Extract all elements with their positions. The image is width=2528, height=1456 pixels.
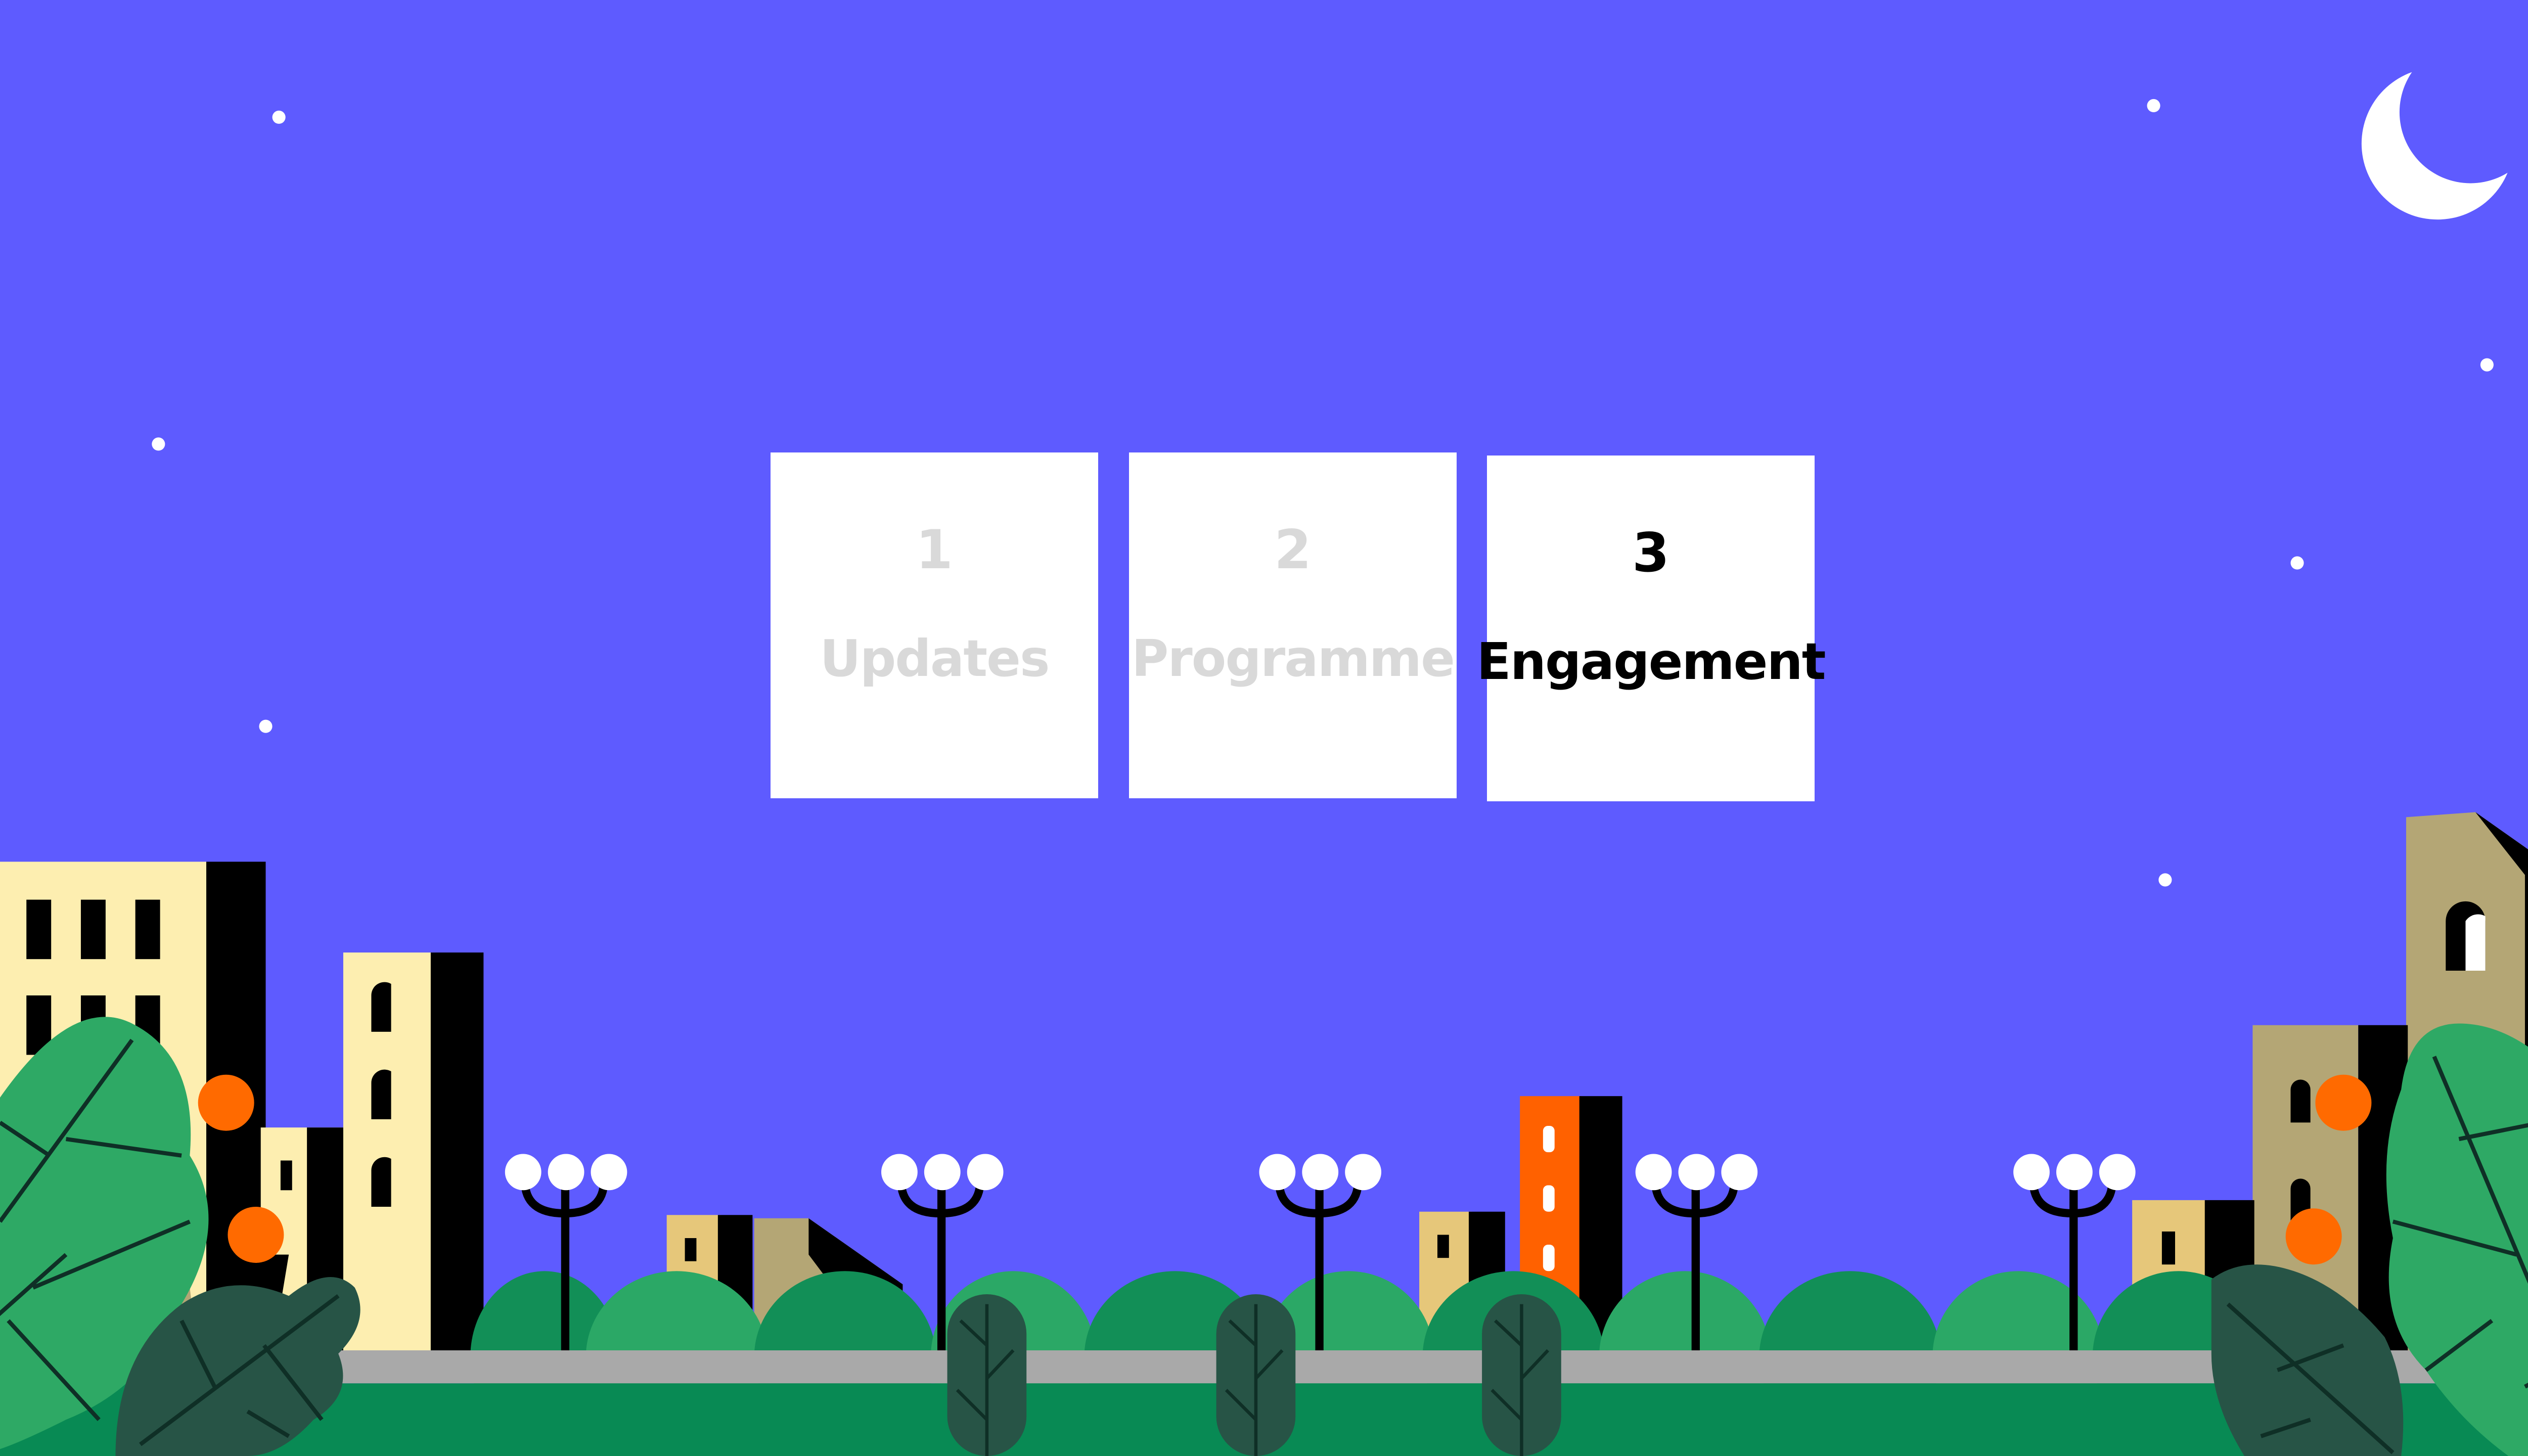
tab-programme-label: Programme [1132, 629, 1455, 688]
star-dot-icon [2147, 99, 2160, 113]
tab-engagement-label: Engagement [1476, 632, 1826, 691]
tab-programme-number: 2 [1274, 519, 1312, 581]
star-dot-icon [152, 437, 165, 451]
tab-engagement[interactable]: 3 Engagement [1477, 456, 1826, 801]
tab-engagement-number: 3 [1632, 522, 1669, 584]
star-dot-icon [272, 110, 286, 124]
star-dot-icon [2290, 556, 2304, 570]
star-dot-icon [2480, 358, 2494, 372]
tab-programme[interactable]: 2 Programme [1129, 452, 1457, 798]
tab-updates-number: 1 [916, 519, 953, 581]
star-dot-icon [2158, 873, 2172, 887]
tab-updates-label: Updates [820, 629, 1050, 688]
tab-updates[interactable]: 1 Updates [771, 452, 1098, 798]
star-dot-icon [259, 719, 273, 733]
